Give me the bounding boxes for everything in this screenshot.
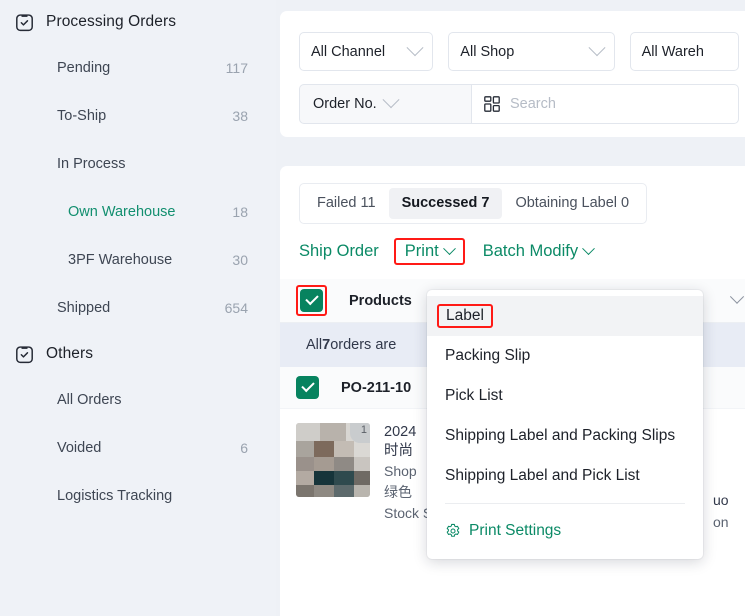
- sidebar-group-others[interactable]: Others: [0, 332, 276, 376]
- chevron-down-icon: [588, 38, 606, 56]
- sidebar-item-label: All Orders: [57, 392, 122, 408]
- batch-modify-button[interactable]: Batch Modify: [482, 242, 595, 261]
- peek-text-1: uo: [713, 492, 729, 508]
- print-dropdown-button[interactable]: Print: [393, 238, 465, 265]
- menu-item-label-text: Shipping Label and Packing Slips: [445, 427, 676, 444]
- sidebar: Processing Orders Pending 117 To-Ship 38…: [0, 0, 276, 616]
- tab-failed[interactable]: Failed 11: [304, 188, 389, 219]
- menu-item-label-text: Packing Slip: [445, 347, 531, 364]
- filter-row-selects: All Channel All Shop All Wareh: [280, 11, 745, 71]
- clipboard-check-icon: [16, 13, 33, 31]
- menu-item-label-text: Shipping Label and Pick List: [445, 467, 640, 484]
- banner-prefix: All: [306, 337, 323, 353]
- sidebar-item-count: 117: [225, 60, 248, 76]
- shop-select-value: All Shop: [460, 43, 515, 60]
- select-all-checkbox[interactable]: [300, 289, 323, 312]
- sidebar-item-in-process[interactable]: In Process: [0, 140, 276, 188]
- sidebar-item-count: 30: [232, 252, 248, 268]
- sidebar-item-label: Logistics Tracking: [57, 488, 173, 504]
- sidebar-item-pending[interactable]: Pending 117: [0, 44, 276, 92]
- status-tabs: Failed 11 Successed 7 Obtaining Label 0: [299, 183, 648, 224]
- channel-select[interactable]: All Channel: [299, 32, 434, 71]
- menu-item-pick-list[interactable]: Pick List: [427, 376, 703, 416]
- sidebar-item-count: 18: [232, 204, 248, 220]
- filter-card: All Channel All Shop All Wareh Order No.: [280, 11, 745, 137]
- sidebar-item-label: Own Warehouse: [68, 204, 176, 220]
- sidebar-item-label: Shipped: [57, 300, 111, 316]
- sidebar-item-all-orders[interactable]: All Orders: [0, 376, 276, 424]
- print-settings-label: Print Settings: [469, 522, 562, 539]
- batch-modify-label: Batch Modify: [482, 242, 579, 260]
- banner-count: 7: [322, 337, 331, 353]
- sidebar-item-voided[interactable]: Voided 6: [0, 424, 276, 472]
- chevron-down-icon: [442, 242, 456, 256]
- ship-order-button[interactable]: Ship Order: [299, 242, 379, 261]
- menu-item-label-text: Label: [437, 304, 493, 328]
- search-group: Order No. Search: [299, 84, 739, 124]
- select-all-checkbox-highlight: [296, 285, 327, 316]
- menu-item-packing-slip[interactable]: Packing Slip: [427, 336, 703, 376]
- banner-suffix: orders are: [330, 337, 397, 353]
- sidebar-item-logistics-tracking[interactable]: Logistics Tracking: [0, 472, 276, 520]
- ship-order-label: Ship Order: [299, 242, 379, 260]
- search-field-value: Order No.: [313, 96, 377, 112]
- print-dropdown-menu: Label Packing Slip Pick List Shipping La…: [427, 290, 703, 559]
- gear-icon: [446, 523, 460, 537]
- shop-select[interactable]: All Shop: [448, 32, 615, 71]
- warehouse-select-value: All Wareh: [641, 43, 704, 60]
- print-label: Print: [404, 242, 439, 260]
- product-thumbnail[interactable]: 1: [296, 423, 370, 497]
- row-checkbox[interactable]: [296, 376, 319, 399]
- warehouse-select[interactable]: All Wareh: [629, 32, 739, 71]
- tab-obtaining-label[interactable]: Obtaining Label 0: [502, 188, 642, 219]
- search-field-select[interactable]: Order No.: [299, 84, 471, 124]
- order-management-page: Processing Orders Pending 117 To-Ship 38…: [0, 0, 745, 616]
- sidebar-item-count: 38: [232, 108, 248, 124]
- sidebar-item-label: In Process: [57, 156, 126, 172]
- menu-item-label-text: Pick List: [445, 387, 503, 404]
- menu-item-shipping-label-and-packing-slips[interactable]: Shipping Label and Packing Slips: [427, 416, 703, 456]
- tab-successed[interactable]: Successed 7: [388, 188, 503, 219]
- column-header-products: Products: [349, 292, 412, 309]
- filter-row-search: Order No. Search: [280, 71, 745, 124]
- sidebar-item-shipped[interactable]: Shipped 654: [0, 284, 276, 332]
- clipboard-check-icon: [16, 345, 33, 363]
- sidebar-item-own-warehouse[interactable]: Own Warehouse 18: [0, 188, 276, 236]
- sidebar-item-to-ship[interactable]: To-Ship 38: [0, 92, 276, 140]
- sidebar-item-3pf-warehouse[interactable]: 3PF Warehouse 30: [0, 236, 276, 284]
- search-input[interactable]: Search: [471, 84, 739, 124]
- chevron-down-icon: [582, 242, 595, 256]
- channel-select-value: All Channel: [311, 43, 386, 60]
- chevron-down-icon: [382, 91, 400, 109]
- menu-item-shipping-label-and-pick-list[interactable]: Shipping Label and Pick List: [427, 456, 703, 496]
- action-toolbar: Ship Order Print Batch Modify: [299, 238, 745, 265]
- sidebar-item-count: 6: [240, 440, 248, 456]
- order-number: PO-211-10: [341, 379, 412, 396]
- product-quantity-badge: 1: [350, 423, 370, 443]
- scan-code-icon: [484, 96, 500, 112]
- sidebar-item-count: 654: [224, 300, 248, 316]
- sidebar-item-label: Voided: [57, 440, 102, 456]
- chevron-down-icon[interactable]: [729, 289, 745, 304]
- menu-divider: [445, 503, 685, 504]
- sidebar-group-label: Others: [46, 345, 94, 362]
- sidebar-item-label: 3PF Warehouse: [68, 252, 173, 268]
- sidebar-group-label: Processing Orders: [46, 13, 177, 30]
- chevron-down-icon: [406, 38, 424, 56]
- menu-item-print-settings[interactable]: Print Settings: [427, 511, 703, 551]
- sidebar-item-label: To-Ship: [57, 108, 107, 124]
- menu-item-label[interactable]: Label: [427, 296, 703, 336]
- sidebar-group-processing-orders[interactable]: Processing Orders: [0, 0, 276, 44]
- search-input-placeholder: Search: [510, 96, 556, 112]
- peek-text-2: on: [713, 514, 729, 530]
- sidebar-item-label: Pending: [57, 60, 111, 76]
